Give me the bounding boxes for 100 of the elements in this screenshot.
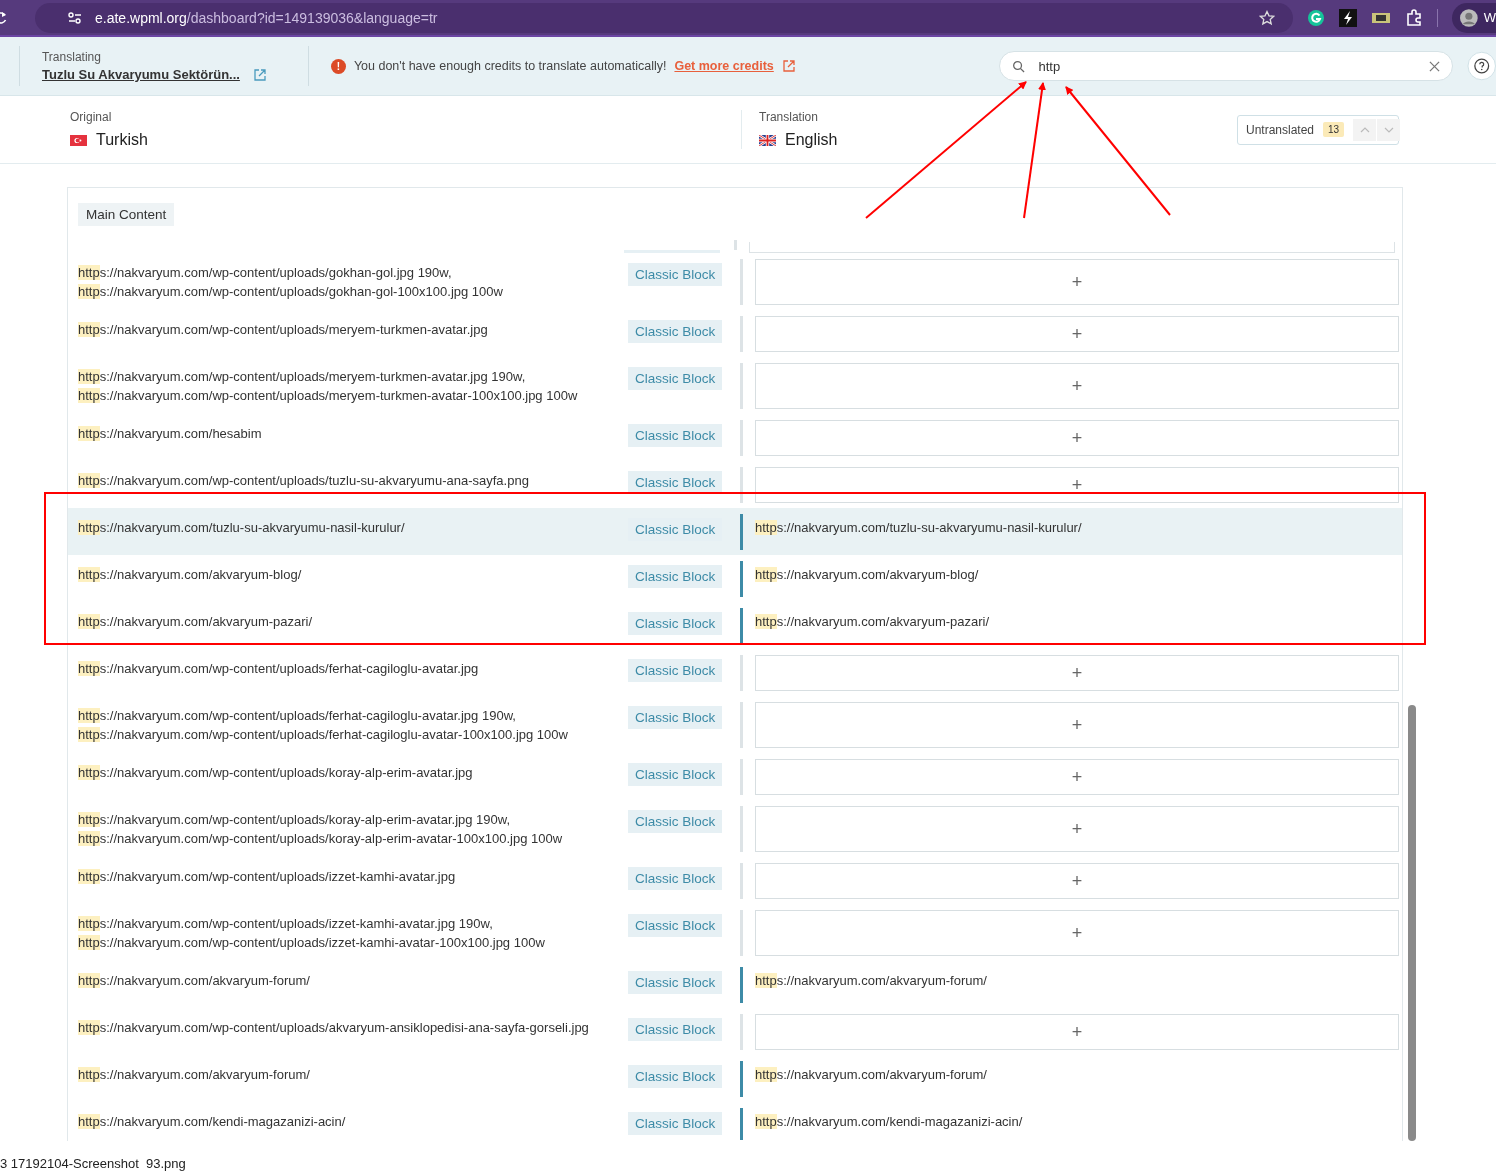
add-translation-button[interactable]: + xyxy=(755,806,1399,852)
segment-row[interactable]: https://nakvaryum.com/wp-content/uploads/akvaryum-ansiklopedisi-ana-sayfa-gorseli.jpg Classic Block + xyxy=(68,1008,1402,1055)
translating-label: Translating xyxy=(42,50,102,64)
puzzle-icon[interactable] xyxy=(1405,8,1423,27)
source-text: https://nakvaryum.com/wp-content/uploads/meryem-turkmen-avatar.jpg 190w, xyxy=(78,369,527,385)
segment-row[interactable]: https://nakvaryum.com/akvaryum-forum/ Classic Block https://nakvaryum.com/akvaryum-forum/ xyxy=(68,1055,1402,1102)
extension-badge-icon[interactable] xyxy=(1371,10,1391,25)
translation-text[interactable]: https://nakvaryum.com/akvaryum-forum/ xyxy=(755,967,987,989)
segment-row[interactable]: https://nakvaryum.com/wp-content/uploads/gokhan-gol.jpg 190w, https://nakvaryum.com/wp-content/uploads/gokhan-gol-100x100.jpg 100w Classic Block + xyxy=(68,253,1402,310)
turkey-flag-icon xyxy=(70,134,87,146)
source-text: https://nakvaryum.com/wp-content/uploads/gokhan-gol.jpg 190w, xyxy=(78,265,453,281)
translation-text[interactable]: https://nakvaryum.com/kendi-magazanizi-acin/ xyxy=(755,1108,1023,1130)
untranslated-filter[interactable]: Untranslated 13 xyxy=(1237,114,1399,145)
source-text: https://nakvaryum.com/wp-content/uploads/izzet-kamhi-avatar-100x100.jpg 100w xyxy=(78,935,546,951)
add-translation-button[interactable]: + xyxy=(755,759,1399,795)
block-tag: Classic Block xyxy=(628,971,723,994)
search-input[interactable]: http xyxy=(1038,58,1415,74)
block-tag: Classic Block xyxy=(628,1018,723,1041)
document-title-link[interactable]: Tuzlu Su Akvaryumu Sektörün... xyxy=(42,67,240,82)
help-icon[interactable] xyxy=(1466,51,1496,81)
segment-row[interactable]: https://nakvaryum.com/wp-content/uploads/izzet-kamhi-avatar.jpg Classic Block + xyxy=(68,857,1402,904)
segment-row[interactable]: https://nakvaryum.com/tuzlu-su-akvaryumu-nasil-kurulur/ Classic Block https://nakvaryum.com/tuzlu-su-akvaryumu-nasil-kurulur/ xyxy=(68,508,1402,555)
segment-row[interactable]: https://nakvaryum.com/akvaryum-forum/ Classic Block https://nakvaryum.com/akvaryum-forum/ xyxy=(68,961,1402,1008)
source-text: https://nakvaryum.com/wp-content/uploads/meryem-turkmen-avatar-100x100.jpg 100w xyxy=(78,388,579,404)
search-icon xyxy=(1011,59,1025,73)
add-translation-button[interactable]: + xyxy=(755,863,1399,899)
block-tag: Classic Block xyxy=(628,810,723,833)
source-text: https://nakvaryum.com/akvaryum-pazari/ xyxy=(78,614,314,630)
add-translation-button[interactable]: + xyxy=(755,259,1399,305)
source-text: https://nakvaryum.com/wp-content/uploads/ferhat-cagiloglu-avatar.jpg xyxy=(78,661,480,677)
source-text: https://nakvaryum.com/wp-content/uploads/ferhat-cagiloglu-avatar.jpg 190w, xyxy=(78,708,517,724)
add-translation-button[interactable]: + xyxy=(755,316,1399,352)
segment-row[interactable]: https://nakvaryum.com/akvaryum-blog/ Classic Block https://nakvaryum.com/akvaryum-blog/ xyxy=(68,555,1402,602)
segment-row[interactable]: https://nakvaryum.com/wp-content/uploads/ferhat-cagiloglu-avatar.jpg Classic Block + xyxy=(68,649,1402,696)
add-translation-button[interactable]: + xyxy=(755,702,1399,748)
section-label: Main Content xyxy=(78,202,175,226)
source-text: https://nakvaryum.com/wp-content/uploads/akvaryum-ansiklopedisi-ana-sayfa-gorseli.jpg xyxy=(78,1020,590,1036)
source-text: https://nakvaryum.com/wp-content/uploads/koray-alp-erim-avatar-100x100.jpg 100w xyxy=(78,831,564,847)
address-bar[interactable]: e.ate.wpml.org/dashboard?id=149139036&language=tr xyxy=(35,2,1293,33)
translation-text[interactable]: https://nakvaryum.com/akvaryum-forum/ xyxy=(755,1061,987,1083)
source-text: https://nakvaryum.com/tuzlu-su-akvaryumu-nasil-kurulur/ xyxy=(78,520,406,536)
translation-language: English xyxy=(785,131,838,149)
alert-icon: ! xyxy=(330,58,346,74)
alert-message: You don't have enough credits to translate automatically! xyxy=(353,59,667,73)
segment-row[interactable]: https://nakvaryum.com/wp-content/uploads/koray-alp-erim-avatar.jpg 190w, https://nakvaryum.com/wp-content/uploads/koray-alp-erim-avatar-100x100.jpg 100w Classic Block + xyxy=(68,800,1402,857)
original-language: Turkish xyxy=(96,131,148,149)
site-settings-icon[interactable] xyxy=(67,9,83,26)
chevron-up-icon xyxy=(1359,126,1370,133)
block-tag: Classic Block xyxy=(628,320,723,343)
add-translation-button[interactable]: + xyxy=(755,420,1399,456)
segment-row[interactable]: https://nakvaryum.com/wp-content/uploads/tuzlu-su-akvaryumu-ana-sayfa.png Classic Block + xyxy=(68,461,1402,508)
source-text: https://nakvaryum.com/hesabim xyxy=(78,426,263,442)
star-icon[interactable] xyxy=(1259,9,1275,26)
filter-label: Untranslated xyxy=(1246,122,1315,137)
segment-row[interactable]: https://nakvaryum.com/kendi-magazanizi-acin/ Classic Block https://nakvaryum.com/kendi-magazanizi-acin/ xyxy=(68,1102,1402,1140)
source-text: https://nakvaryum.com/kendi-magazanizi-acin/ xyxy=(78,1114,347,1130)
block-tag: Classic Block xyxy=(628,367,723,390)
source-text: https://nakvaryum.com/akvaryum-forum/ xyxy=(78,1067,311,1083)
source-text: https://nakvaryum.com/wp-content/uploads/ferhat-cagiloglu-avatar-100x100.jpg 100w xyxy=(78,727,569,743)
translation-text[interactable]: https://nakvaryum.com/tuzlu-su-akvaryumu-nasil-kurulur/ xyxy=(755,514,1082,536)
translation-label: Translation xyxy=(759,110,819,124)
profile-initial: W xyxy=(1483,10,1496,25)
profile-chip[interactable]: W xyxy=(1452,2,1496,33)
segment-row[interactable]: https://nakvaryum.com/wp-content/uploads/ferhat-cagiloglu-avatar.jpg 190w, https://nakvaryum.com/wp-content/uploads/ferhat-cagiloglu-avatar-100x100.jpg 100w Classic Block + xyxy=(68,696,1402,753)
segment-row[interactable]: https://nakvaryum.com/wp-content/uploads/koray-alp-erim-avatar.jpg Classic Block + xyxy=(68,753,1402,800)
translation-text[interactable]: https://nakvaryum.com/akvaryum-pazari/ xyxy=(755,608,990,630)
segment-row[interactable]: https://nakvaryum.com/wp-content/uploads/izzet-kamhi-avatar.jpg 190w, https://nakvaryum.com/wp-content/uploads/izzet-kamhi-avatar-100x100.jpg 100w Classic Block + xyxy=(68,904,1402,961)
block-tag: Classic Block xyxy=(628,763,723,786)
add-translation-button[interactable]: + xyxy=(755,1014,1399,1050)
block-tag: Classic Block xyxy=(628,263,723,286)
g-logo-icon[interactable] xyxy=(1307,8,1325,27)
source-text: https://nakvaryum.com/wp-content/uploads/izzet-kamhi-avatar.jpg 190w, xyxy=(78,916,494,932)
segment-row[interactable]: https://nakvaryum.com/hesabim Classic Block + xyxy=(68,414,1402,461)
source-text: https://nakvaryum.com/akvaryum-forum/ xyxy=(78,973,311,989)
block-tag: Classic Block xyxy=(628,612,723,635)
url-text[interactable]: e.ate.wpml.org/dashboard?id=149139036&language=tr xyxy=(95,9,1247,26)
source-text: https://nakvaryum.com/wp-content/uploads/koray-alp-erim-avatar.jpg xyxy=(78,765,474,781)
block-tag: Classic Block xyxy=(628,867,723,890)
block-tag: Classic Block xyxy=(628,1112,723,1135)
segment-row[interactable]: https://nakvaryum.com/wp-content/uploads/meryem-turkmen-avatar.jpg 190w, https://nakvaryum.com/wp-content/uploads/meryem-turkmen-avatar-100x100.jpg 100w Classic Block + xyxy=(68,357,1402,414)
external-link-icon[interactable] xyxy=(252,67,267,82)
block-tag: Classic Block xyxy=(628,471,723,494)
close-icon[interactable] xyxy=(1428,60,1440,72)
segment-row[interactable]: https://nakvaryum.com/wp-content/uploads/meryem-turkmen-avatar.jpg Classic Block + xyxy=(68,310,1402,357)
block-tag: Classic Block xyxy=(628,565,723,588)
add-translation-button[interactable]: + xyxy=(755,655,1399,691)
file-caption: 3 17192104-Screenshot 93.png xyxy=(0,1156,186,1171)
block-tag: Classic Block xyxy=(628,914,723,937)
external-link-icon[interactable] xyxy=(781,59,796,73)
search-field[interactable]: http xyxy=(998,51,1453,81)
translation-text[interactable]: https://nakvaryum.com/akvaryum-blog/ xyxy=(755,561,979,583)
add-translation-button[interactable]: + xyxy=(755,910,1399,956)
add-translation-button[interactable]: + xyxy=(755,467,1399,503)
block-tag: Classic Block xyxy=(628,706,723,729)
source-text: https://nakvaryum.com/wp-content/uploads/meryem-turkmen-avatar.jpg xyxy=(78,322,489,338)
block-tag: Classic Block xyxy=(628,1065,723,1088)
add-translation-button[interactable]: + xyxy=(755,363,1399,409)
avatar-icon xyxy=(1460,7,1478,28)
segment-row[interactable]: https://nakvaryum.com/akvaryum-pazari/ Classic Block https://nakvaryum.com/akvaryum-pazari/ xyxy=(68,602,1402,649)
lightning-icon[interactable] xyxy=(1339,8,1357,27)
